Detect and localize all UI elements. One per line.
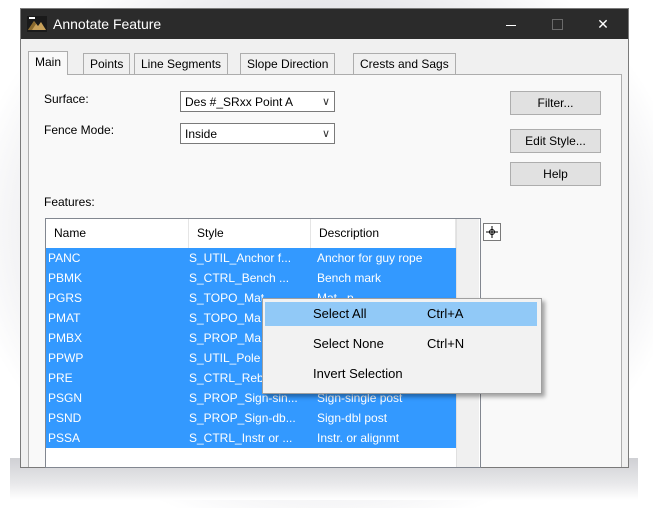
help-button[interactable]: Help bbox=[510, 162, 601, 186]
title-bar[interactable]: Annotate Feature ✕ bbox=[21, 9, 628, 39]
maximize-icon bbox=[551, 18, 563, 30]
surface-value: Des #_SRxx Point A bbox=[185, 95, 294, 109]
chevron-down-icon: ∨ bbox=[321, 128, 330, 140]
feature-name-cell: PBMK bbox=[48, 271, 83, 285]
feature-name-cell: PSSA bbox=[48, 431, 81, 445]
feature-style-cell: S_PROP_Sign-db... bbox=[189, 411, 296, 425]
surface-dropdown[interactable]: Des #_SRxx Point A ∨ bbox=[180, 91, 335, 112]
feature-name-cell: PMAT bbox=[48, 311, 81, 325]
table-row[interactable]: PANC S_UTIL_Anchor f... Anchor for guy rop… bbox=[46, 248, 456, 268]
feature-name-cell: PSGN bbox=[48, 391, 83, 405]
surface-label: Surface: bbox=[44, 92, 89, 106]
feature-description-cell: Instr. or alignmt bbox=[317, 431, 400, 445]
table-row[interactable]: PSND S_PROP_Sign-db... Sign-dbl post bbox=[46, 408, 456, 428]
close-icon: ✕ bbox=[597, 15, 609, 32]
feature-name-cell: PGRS bbox=[48, 291, 83, 305]
tab-crests-and-sags[interactable]: Crests and Sags bbox=[353, 53, 456, 74]
minimize-button[interactable] bbox=[488, 9, 534, 39]
fence-mode-dropdown[interactable]: Inside ∨ bbox=[180, 123, 335, 144]
menu-item-invert-selection[interactable]: Invert Selection bbox=[265, 362, 537, 386]
table-row[interactable]: PSSA S_CTRL_Instr or ... Instr. or alignmt bbox=[46, 428, 456, 448]
maximize-button[interactable] bbox=[534, 9, 580, 39]
context-menu: Select All Ctrl+A Select None Ctrl+N Invert … bbox=[262, 298, 542, 394]
feature-description-cell: Bench mark bbox=[317, 271, 382, 285]
menu-item-select-all[interactable]: Select All Ctrl+A bbox=[265, 302, 537, 326]
menu-item-label: Select All bbox=[313, 306, 367, 321]
crosshair-pin-button[interactable] bbox=[483, 223, 501, 241]
menu-item-select-none[interactable]: Select None Ctrl+N bbox=[265, 332, 537, 356]
table-row[interactable]: PBMK S_CTRL_Bench ... Bench mark bbox=[46, 268, 456, 288]
window-title: Annotate Feature bbox=[53, 16, 162, 32]
menu-item-label: Select None bbox=[313, 336, 384, 351]
minimize-icon bbox=[506, 24, 516, 26]
edit-style-button[interactable]: Edit Style... bbox=[510, 129, 601, 153]
feature-description-cell: Sign-dbl post bbox=[317, 411, 388, 425]
crosshair-pin-icon bbox=[486, 226, 498, 238]
filter-button[interactable]: Filter... bbox=[510, 91, 601, 115]
column-header-name[interactable]: Name bbox=[46, 219, 189, 248]
tab-line-segments[interactable]: Line Segments bbox=[134, 53, 229, 74]
tab-points[interactable]: Points bbox=[83, 53, 131, 74]
feature-name-cell: PRE bbox=[48, 371, 73, 385]
feature-name-cell: PSND bbox=[48, 411, 82, 425]
fence-mode-label: Fence Mode: bbox=[44, 123, 115, 137]
feature-description-cell: Anchor for guy rope bbox=[317, 251, 423, 265]
annotate-feature-app-icon bbox=[27, 16, 47, 32]
feature-name-cell: PANC bbox=[48, 251, 81, 265]
fence-mode-value: Inside bbox=[185, 127, 218, 141]
feature-style-cell: S_UTIL_Anchor f... bbox=[189, 251, 292, 265]
menu-item-shortcut: Ctrl+A bbox=[427, 306, 464, 321]
menu-item-label: Invert Selection bbox=[313, 366, 403, 381]
column-header-style[interactable]: Style bbox=[189, 219, 311, 248]
menu-item-shortcut: Ctrl+N bbox=[427, 336, 465, 351]
feature-name-cell: PMBX bbox=[48, 331, 83, 345]
column-header-description[interactable]: Description bbox=[311, 219, 456, 248]
tab-main[interactable]: Main bbox=[28, 51, 69, 75]
feature-style-cell: S_CTRL_Bench ... bbox=[189, 271, 290, 285]
features-list-header: Name Style Description bbox=[46, 219, 456, 248]
chevron-down-icon: ∨ bbox=[321, 96, 330, 108]
features-label: Features: bbox=[44, 195, 95, 209]
feature-style-cell: S_CTRL_Instr or ... bbox=[189, 431, 293, 445]
tab-slope-direction[interactable]: Slope Direction bbox=[240, 53, 336, 74]
feature-name-cell: PPWP bbox=[48, 351, 84, 365]
close-button[interactable]: ✕ bbox=[580, 9, 626, 39]
